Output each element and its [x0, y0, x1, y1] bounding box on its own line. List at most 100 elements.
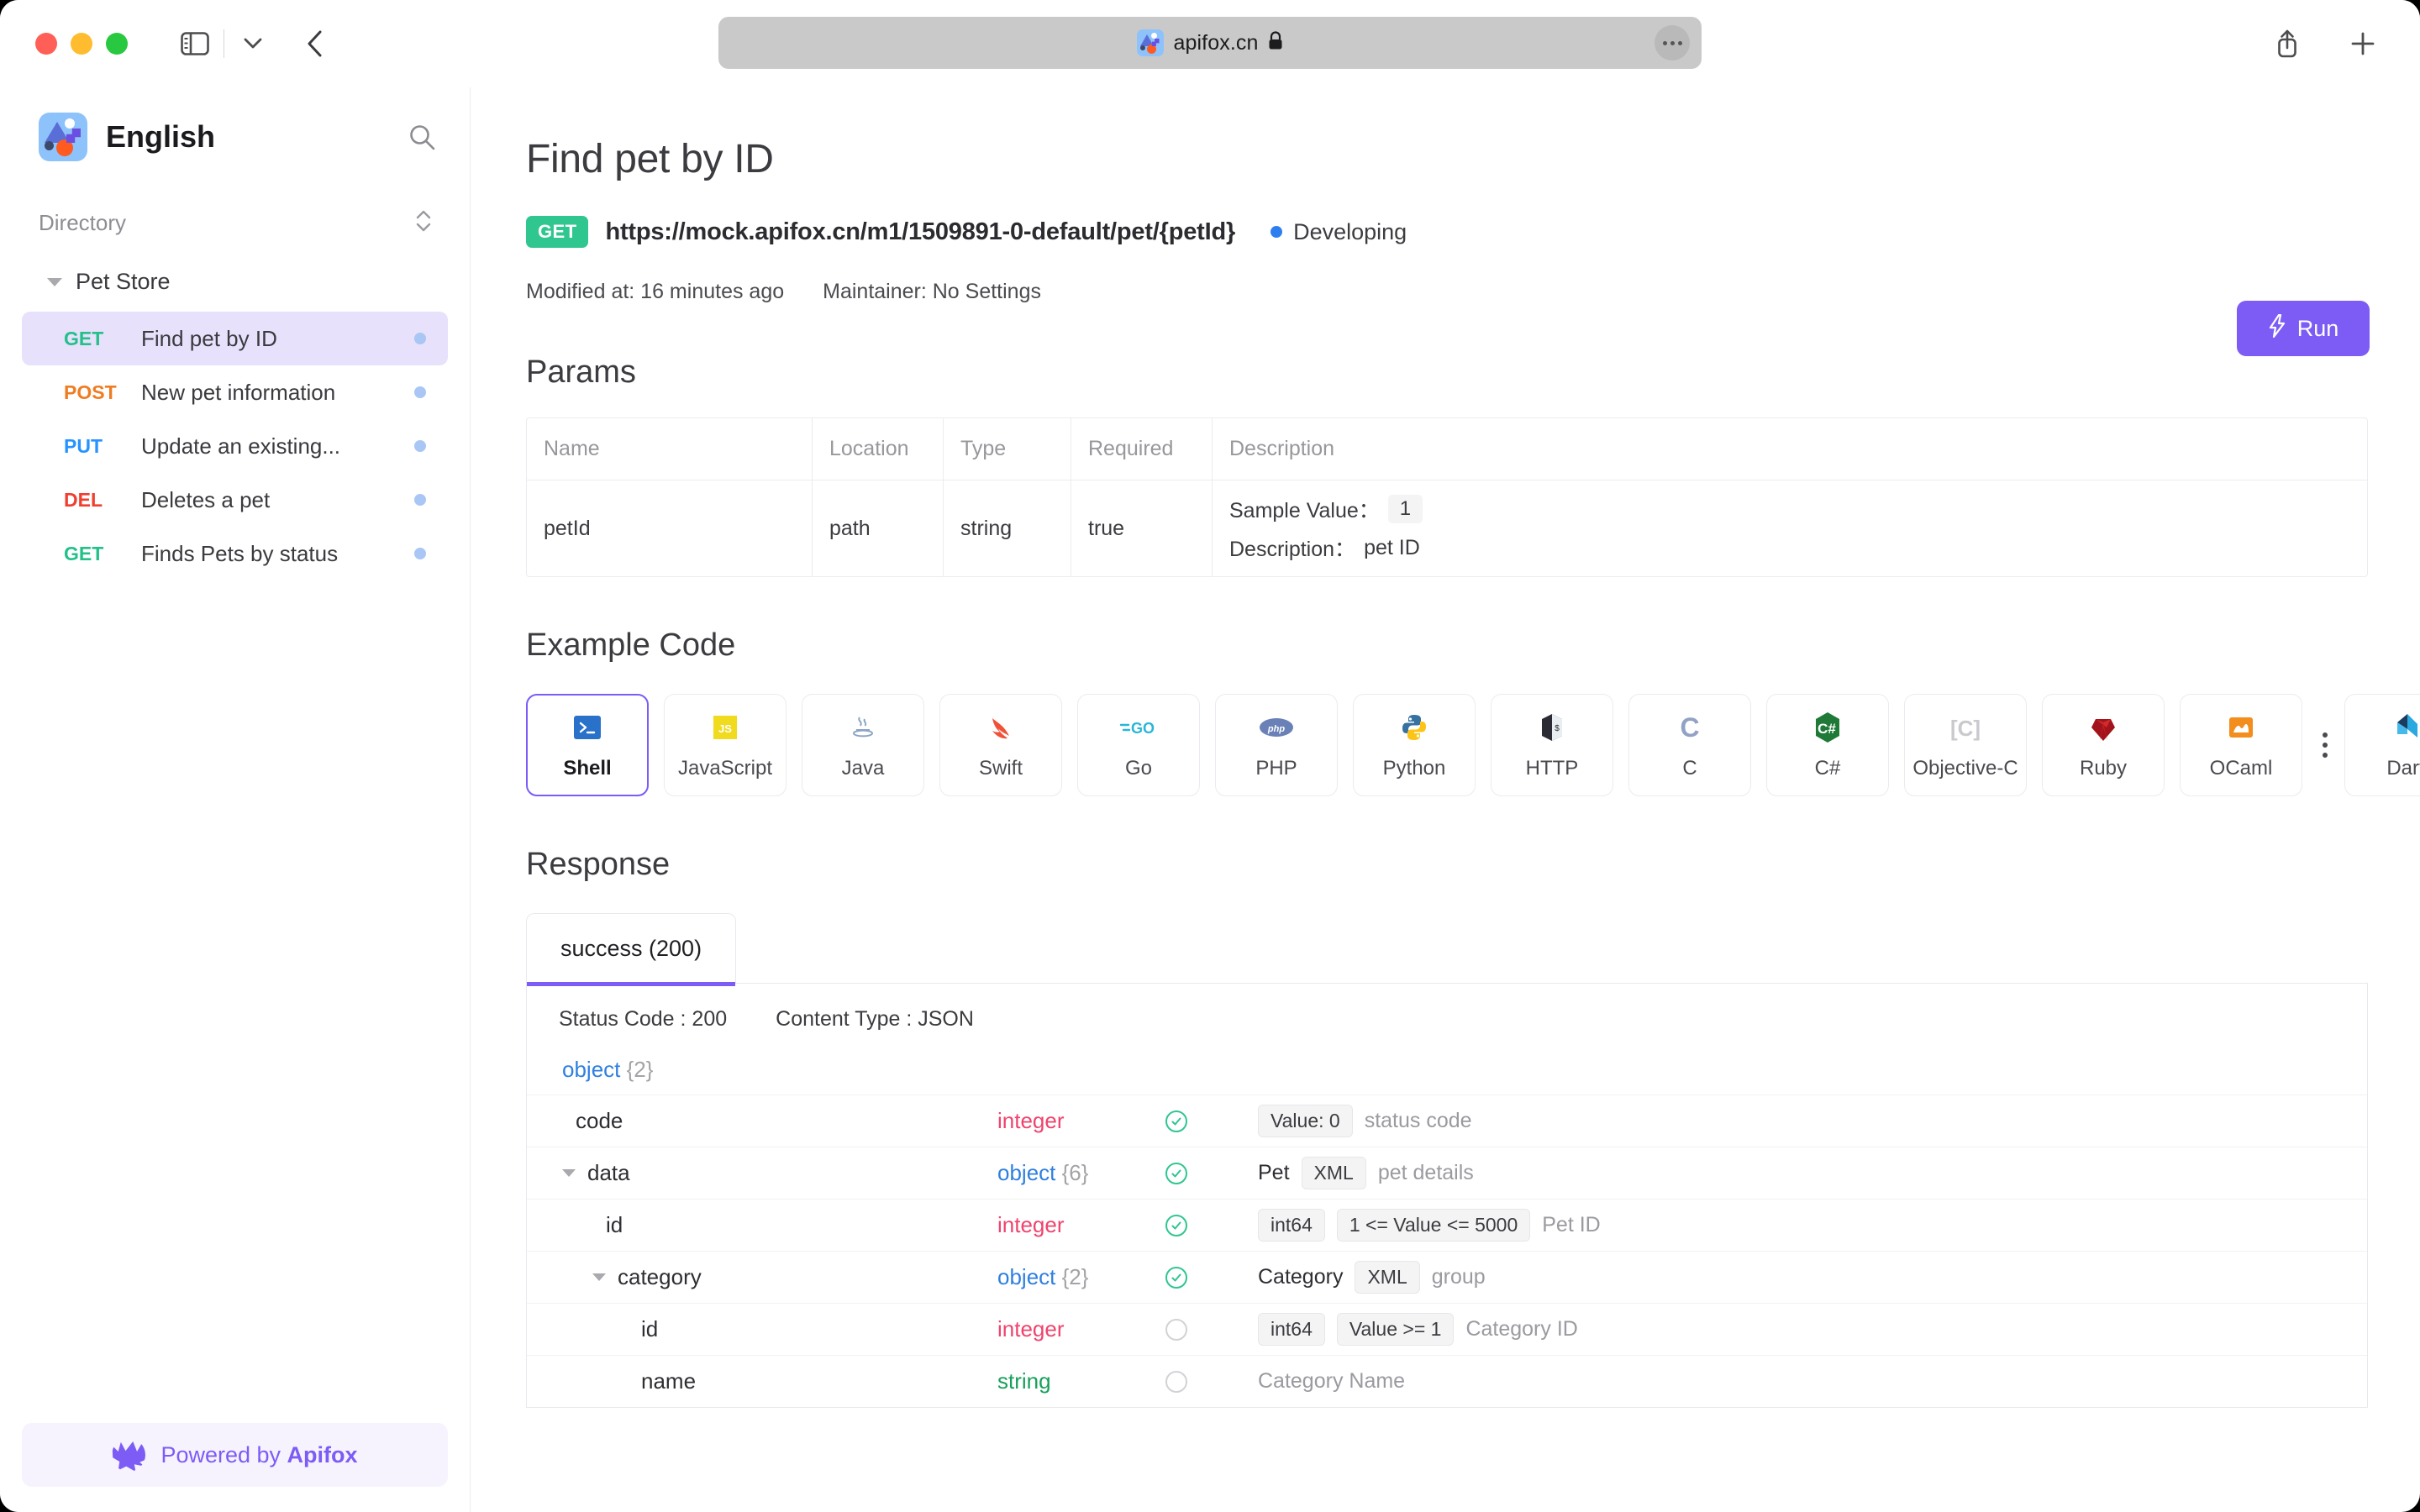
- required-indicator: [1165, 1214, 1258, 1236]
- status-label: Developing: [1293, 218, 1407, 244]
- tab-c[interactable]: C C: [1628, 694, 1751, 796]
- expand-collapse-icon[interactable]: [414, 208, 433, 237]
- description-text: group: [1431, 1265, 1486, 1289]
- tab-label: Dart: [2386, 757, 2420, 780]
- browser-window: apifox.cn English Directory Pet Store GE…: [0, 0, 2420, 1512]
- more-vertical-icon[interactable]: [2323, 732, 2328, 758]
- run-button[interactable]: Run: [2237, 301, 2370, 356]
- required-indicator: [1165, 1110, 1258, 1132]
- sidebar-item-find-pet-by-id[interactable]: GET Find pet by ID: [22, 312, 448, 365]
- schema-key: code: [576, 1108, 623, 1133]
- list-item-label: Update an existing...: [141, 433, 341, 459]
- apifox-fox-icon: [112, 1441, 146, 1472]
- search-icon[interactable]: [408, 123, 436, 151]
- address-bar-container: apifox.cn: [718, 17, 1702, 69]
- param-location: path: [813, 480, 944, 576]
- dart-icon: [2391, 710, 2420, 745]
- modified-at-text: Modified at: 16 minutes ago: [526, 280, 785, 303]
- method-badge: PUT: [64, 434, 103, 457]
- column-header-name: Name: [527, 418, 813, 480]
- tab-shell[interactable]: Shell: [526, 694, 649, 796]
- new-tab-plus-icon[interactable]: [2339, 22, 2386, 66]
- format-chip: int64: [1258, 1313, 1325, 1346]
- description-text: Category ID: [1465, 1317, 1578, 1341]
- status-dot-icon: [414, 548, 426, 559]
- endpoint-url[interactable]: https://mock.apifox.cn/m1/1509891-0-defa…: [605, 218, 1235, 246]
- chevron-down-icon[interactable]: [562, 1169, 576, 1177]
- param-required: true: [1071, 480, 1213, 576]
- sidebar-item-deletes-a-pet[interactable]: DEL Deletes a pet: [22, 473, 448, 527]
- svg-text:C#: C#: [1818, 721, 1836, 737]
- format-chip: int64: [1258, 1209, 1325, 1242]
- chevron-down-icon[interactable]: [229, 22, 276, 66]
- params-table: Name Location Type Required Description …: [526, 417, 2368, 577]
- tab-label: Python: [1382, 757, 1446, 780]
- check-circle-icon: [1165, 1110, 1187, 1132]
- schema-key: category: [618, 1264, 702, 1289]
- table-row: petId path string true Sample Value： 1 D…: [527, 480, 2367, 576]
- chevron-down-icon[interactable]: [47, 277, 62, 286]
- csharp-icon: C#: [1812, 710, 1843, 745]
- tab-success-200[interactable]: success (200): [526, 913, 737, 986]
- tab-php[interactable]: php PHP: [1215, 694, 1338, 796]
- schema-description: Category Name: [1258, 1369, 2367, 1394]
- tab-objective-c[interactable]: [C] Objective-C: [1904, 694, 2027, 796]
- svg-text:php: php: [1267, 724, 1285, 734]
- back-chevron-icon[interactable]: [292, 22, 339, 66]
- shell-icon: [572, 710, 602, 745]
- response-tabs: success (200): [526, 913, 2370, 986]
- tab-javascript[interactable]: JS JavaScript: [664, 694, 786, 796]
- project-title: English: [106, 119, 216, 154]
- schema-type: integer: [997, 1212, 1065, 1237]
- method-badge: GET: [526, 216, 589, 248]
- tab-swift[interactable]: Swift: [939, 694, 1062, 796]
- objective-c-icon: [C]: [1949, 710, 1982, 745]
- response-section-title: Response: [526, 847, 671, 882]
- maximize-window-button[interactable]: [106, 33, 128, 55]
- schema-key: data: [587, 1160, 630, 1185]
- schema-type: string: [997, 1368, 1051, 1394]
- tab-http[interactable]: $ HTTP: [1491, 694, 1613, 796]
- chevron-down-icon[interactable]: [592, 1273, 606, 1281]
- address-bar-url: apifox.cn: [1173, 30, 1259, 55]
- tab-csharp[interactable]: C# C#: [1766, 694, 1889, 796]
- status-dot-icon: [414, 333, 426, 344]
- column-header-type: Type: [944, 418, 1071, 480]
- tab-python[interactable]: Python: [1353, 694, 1476, 796]
- tab-dart[interactable]: Dart: [2344, 694, 2420, 796]
- share-icon[interactable]: [2264, 22, 2311, 66]
- tab-go[interactable]: GO Go: [1077, 694, 1200, 796]
- column-header-required: Required: [1071, 418, 1213, 480]
- tab-ocaml[interactable]: OCaml: [2180, 694, 2302, 796]
- description-value: pet ID: [1364, 535, 1420, 559]
- example-code-section-title: Example Code: [526, 627, 736, 663]
- tab-ruby[interactable]: Ruby: [2042, 694, 2165, 796]
- browser-actions: [2264, 22, 2386, 66]
- tree-group-pet-store[interactable]: Pet Store: [22, 262, 448, 302]
- tab-label: Swift: [978, 757, 1023, 780]
- sample-value-label: Sample Value：: [1229, 499, 1380, 522]
- status-dot-icon: [414, 440, 426, 452]
- tab-label: Shell: [563, 757, 612, 780]
- minimize-window-button[interactable]: [71, 33, 92, 55]
- list-item-label: Find pet by ID: [141, 325, 277, 351]
- powered-by-banner[interactable]: Powered by Apifox: [22, 1423, 448, 1487]
- page-menu-button[interactable]: [1655, 25, 1690, 60]
- svg-text:C: C: [1680, 712, 1699, 743]
- tab-label: HTTP: [1525, 757, 1579, 780]
- tab-java[interactable]: Java: [802, 694, 924, 796]
- param-name: petId: [527, 480, 813, 576]
- sidebar-toggle-icon[interactable]: [171, 22, 218, 66]
- address-bar[interactable]: apifox.cn: [718, 17, 1702, 69]
- close-window-button[interactable]: [35, 33, 57, 55]
- list-item-label: Deletes a pet: [141, 486, 271, 512]
- maintainer-text: Maintainer: No Settings: [823, 280, 1041, 303]
- xml-chip: XML: [1355, 1261, 1420, 1294]
- schema-ref: Pet: [1258, 1161, 1290, 1184]
- sidebar-item-new-pet-information[interactable]: POST New pet information: [22, 365, 448, 419]
- table-row: data object {6} Pet XML pet details: [527, 1147, 2367, 1199]
- sidebar-item-update-an-existing[interactable]: PUT Update an existing...: [22, 419, 448, 473]
- sidebar-item-finds-pets-by-status[interactable]: GET Finds Pets by status: [22, 527, 448, 580]
- http-icon: $: [1539, 710, 1565, 745]
- range-chip: 1 <= Value <= 5000: [1336, 1209, 1531, 1242]
